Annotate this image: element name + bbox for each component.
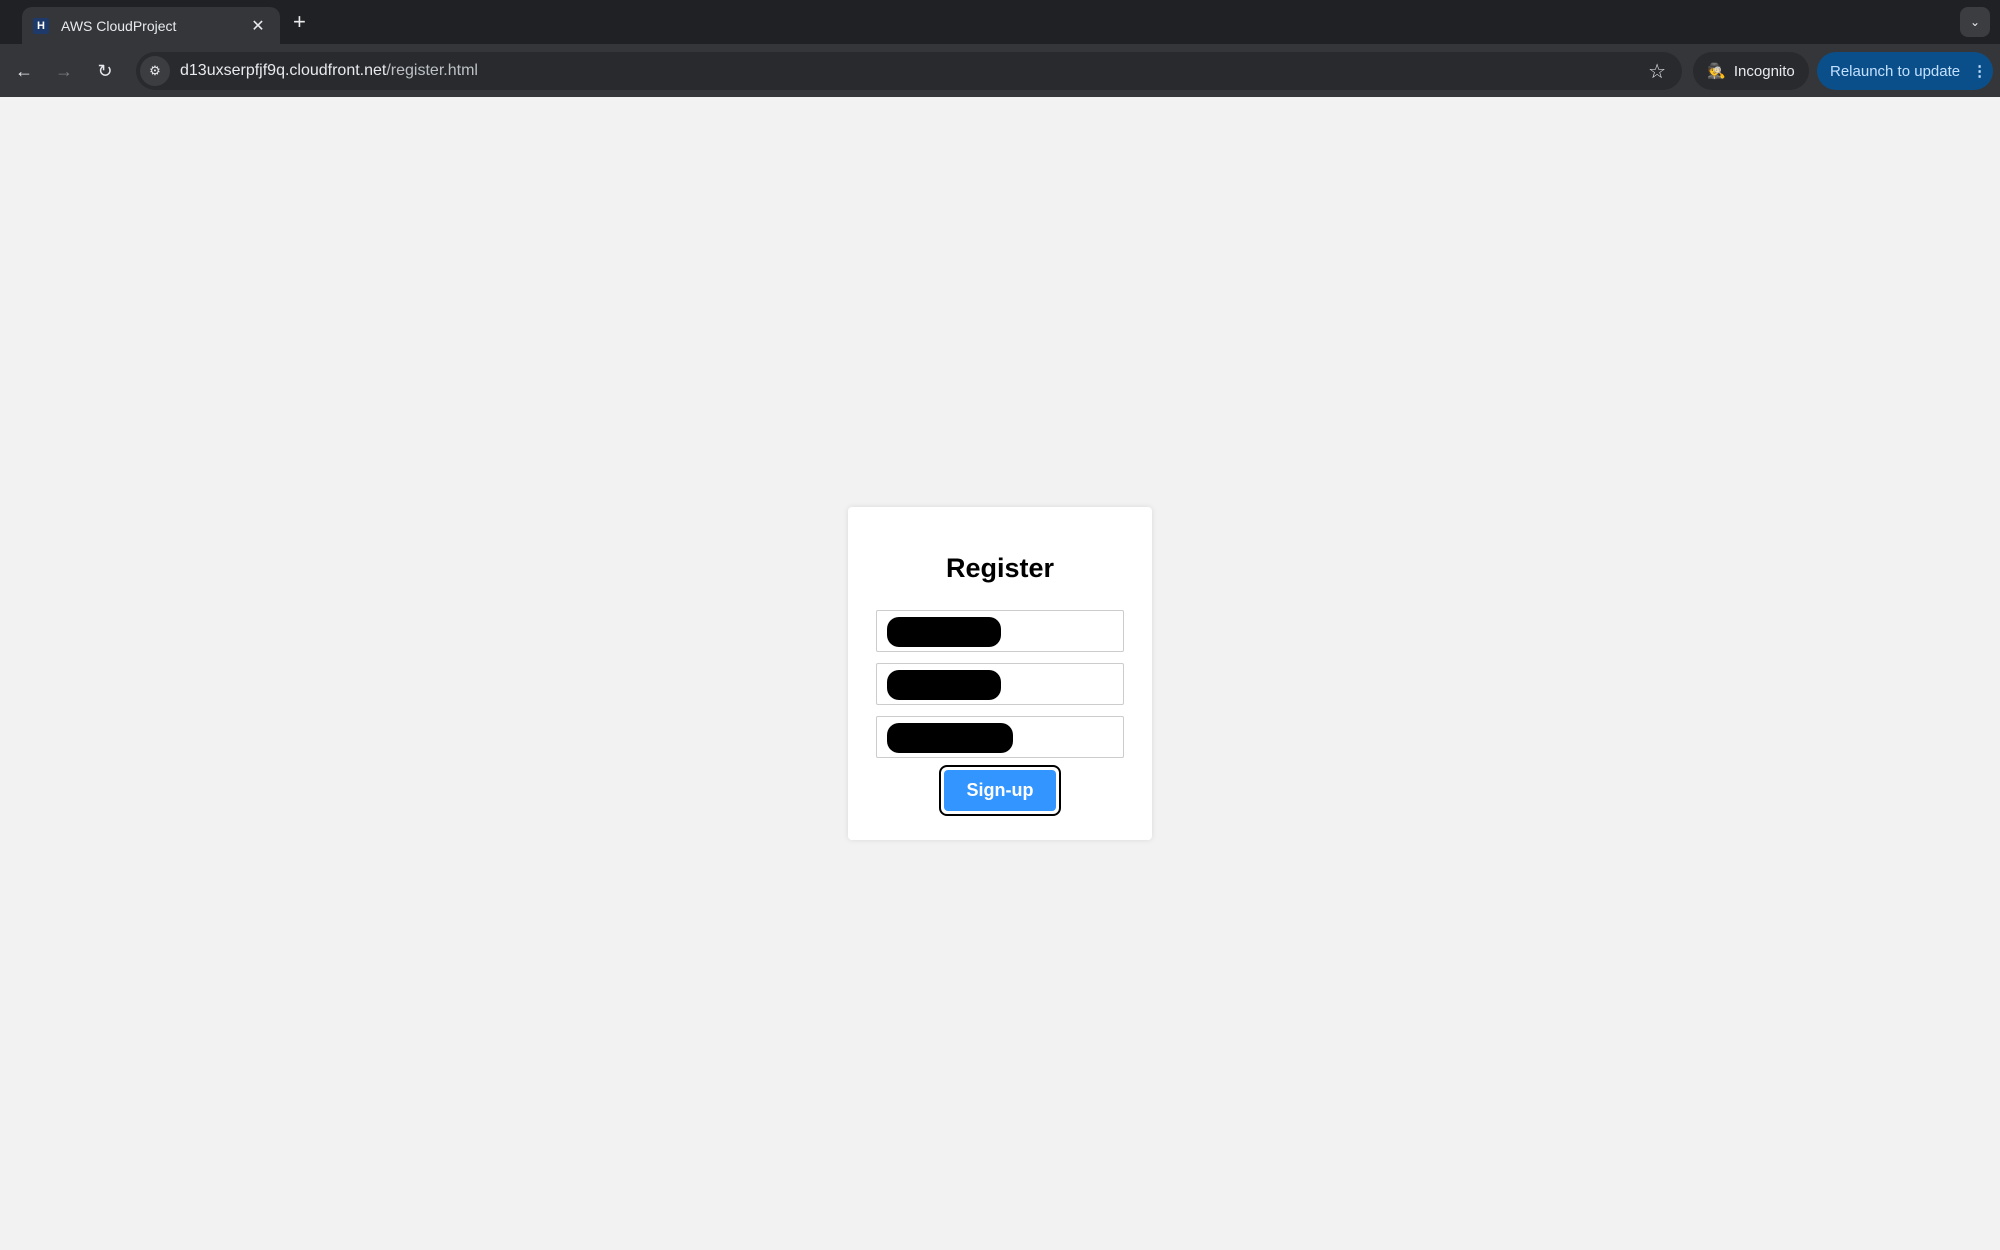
site-info-icon[interactable]: ⚙ — [140, 56, 170, 86]
close-tab-icon[interactable]: ✕ — [248, 16, 268, 36]
register-card: Register Sign-up — [848, 507, 1152, 840]
incognito-label: Incognito — [1733, 62, 1795, 80]
email-field[interactable] — [876, 663, 1124, 705]
redacted-value — [887, 723, 1013, 753]
page-title: Register — [945, 553, 1055, 583]
forward-button[interactable]: → — [50, 57, 78, 85]
relaunch-label: Relaunch to update — [1830, 62, 1961, 80]
reload-button[interactable]: ↻ — [91, 57, 119, 85]
bookmark-star-icon[interactable]: ☆ — [1648, 59, 1666, 84]
url-text[interactable]: d13uxserpfjf9q.cloudfront.net/register.h… — [180, 62, 1648, 80]
url-host: d13uxserpfjf9q.cloudfront.net — [180, 62, 387, 79]
signup-button[interactable]: Sign-up — [944, 770, 1056, 811]
browser-toolbar: ← → ↻ ⚙ d13uxserpfjf9q.cloudfront.net/re… — [0, 44, 2000, 97]
back-button[interactable]: ← — [10, 57, 38, 85]
address-bar[interactable]: ⚙ d13uxserpfjf9q.cloudfront.net/register… — [136, 52, 1682, 90]
relaunch-to-update-button[interactable]: Relaunch to update ⋮ — [1817, 52, 1993, 90]
incognito-indicator[interactable]: 🕵 Incognito — [1693, 52, 1809, 90]
incognito-icon: 🕵 — [1707, 63, 1726, 80]
site-favicon-icon: H — [33, 17, 49, 34]
url-path: /register.html — [386, 62, 478, 79]
password-field[interactable] — [876, 716, 1124, 758]
tab-search-chevron-icon[interactable]: ⌄ — [1960, 7, 1990, 37]
signup-focus-ring: Sign-up — [939, 765, 1061, 816]
new-tab-button[interactable]: + — [293, 9, 306, 35]
tab-title: AWS CloudProject — [61, 17, 177, 34]
redacted-value — [887, 670, 1001, 700]
menu-icon[interactable]: ⋮ — [1972, 62, 1987, 80]
redacted-value — [887, 617, 1001, 647]
username-field[interactable] — [876, 610, 1124, 652]
browser-tab[interactable]: H AWS CloudProject ✕ — [22, 7, 280, 44]
tab-strip: H AWS CloudProject ✕ + ⌄ — [0, 0, 2000, 44]
